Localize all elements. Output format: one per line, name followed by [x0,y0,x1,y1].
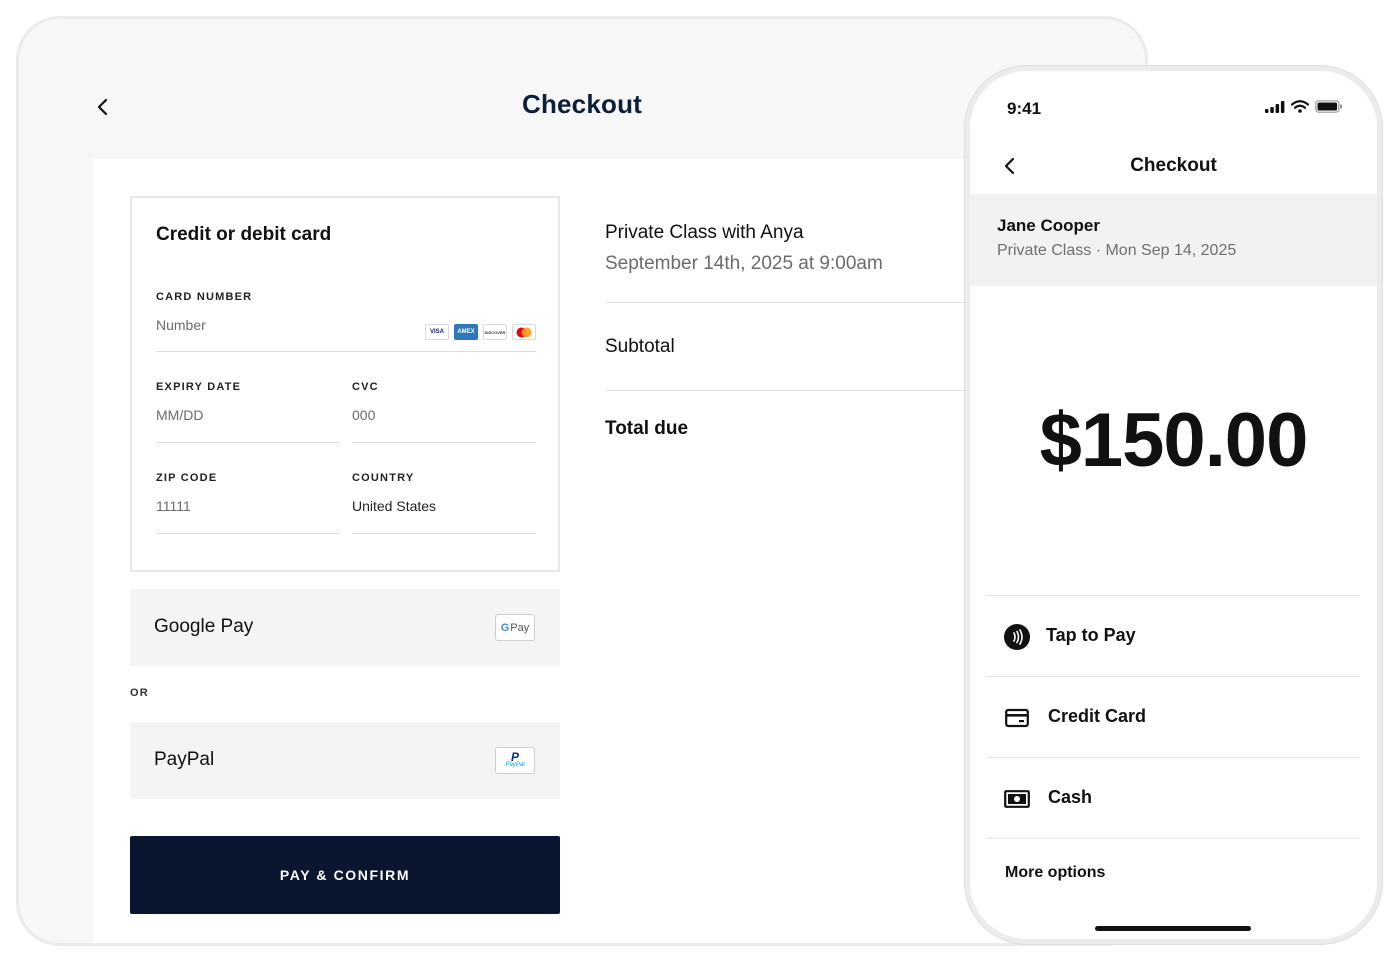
card-form: Credit or debit card CARD NUMBER VISA AM… [130,196,560,572]
card-number-field: CARD NUMBER VISA AMEX DISCOVER [156,286,536,352]
card-section-title: Credit or debit card [156,224,332,245]
customer-name: Jane Cooper [997,216,1100,235]
tap-to-pay-label: Tap to Pay [1046,625,1136,645]
summary-item-name: Private Class with Anya [605,222,804,243]
divider [605,302,1025,303]
status-time: 9:41 [1007,99,1042,118]
expiry-label: EXPIRY DATE [156,381,242,393]
tap-to-pay-option[interactable]: Tap to Pay [987,595,1360,677]
total-due-label: Total due [605,418,689,439]
google-pay-badge-text: Pay [510,621,530,634]
credit-card-icon [1003,704,1031,732]
customer-info: Jane Cooper Private Class · Mon Sep 14, … [970,194,1377,286]
country-field: COUNTRY [352,469,536,534]
google-pay-option[interactable]: Google Pay G Pay [130,589,560,666]
credit-card-label: Credit Card [1048,706,1147,726]
battery-icon [1315,100,1342,113]
credit-card-option[interactable]: Credit Card [987,676,1360,758]
card-brand-logos: VISA AMEX DISCOVER [425,324,536,340]
visa-icon: VISA [425,324,449,340]
zip-field: ZIP CODE [156,469,340,534]
zip-label: ZIP CODE [156,472,218,484]
card-number-label: CARD NUMBER [156,291,253,303]
customer-detail: Private Class · Mon Sep 14, 2025 [997,242,1237,259]
status-icons [1265,100,1343,113]
country-select[interactable] [352,498,536,514]
cvc-input[interactable] [352,407,536,423]
wifi-icon [1291,100,1309,113]
contactless-icon [1003,623,1031,651]
zip-input[interactable] [156,498,340,514]
pay-confirm-button[interactable]: PAY & CONFIRM [130,836,560,914]
expiry-field: EXPIRY DATE [156,378,340,443]
more-options-link[interactable]: More options [1005,864,1105,882]
amount-display: $150.00 [1039,398,1309,483]
cvc-label: CVC [352,381,379,393]
cash-option[interactable]: Cash [987,757,1360,839]
cash-label: Cash [1048,787,1093,807]
or-separator: OR [130,687,149,699]
phone-device: 9:41 Checkout Jane Cooper Private Class … [965,66,1382,944]
paypal-icon: P PayPal [495,747,535,774]
cash-icon [1003,785,1031,813]
paypal-option[interactable]: PayPal P PayPal [130,722,560,799]
expiry-input[interactable] [156,407,340,423]
phone-page-title: Checkout [1130,155,1217,176]
paypal-label: PayPal [154,749,215,770]
discover-icon: DISCOVER [483,324,507,340]
google-pay-label: Google Pay [154,616,254,637]
home-indicator [1095,926,1251,931]
cvc-field: CVC [352,378,536,443]
amex-icon: AMEX [454,324,478,340]
more-options-row [987,838,1360,839]
card-number-input[interactable] [156,317,416,333]
divider [605,390,1025,391]
summary-item-date: September 14th, 2025 at 9:00am [605,253,883,274]
country-label: COUNTRY [352,472,415,484]
mastercard-icon [512,324,536,340]
google-pay-icon: G Pay [495,614,535,641]
subtotal-label: Subtotal [605,336,675,357]
cellular-signal-icon [1265,100,1285,113]
